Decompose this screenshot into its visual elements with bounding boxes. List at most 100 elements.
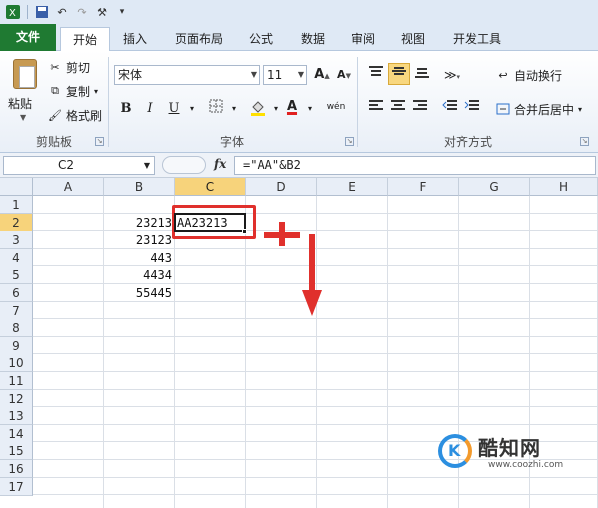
font-size-combo[interactable]: 11 ▼: [263, 65, 307, 85]
fill-color-button[interactable]: [248, 99, 268, 119]
row-header-14[interactable]: 14: [0, 424, 33, 443]
paste-label: 粘贴: [8, 97, 33, 111]
column-header-d[interactable]: D: [246, 178, 317, 196]
svg-text:X: X: [9, 8, 16, 19]
cell-b3[interactable]: 23123: [104, 231, 175, 249]
column-header-f[interactable]: F: [388, 178, 459, 196]
format-painter-icon[interactable]: ⚒: [93, 3, 111, 21]
align-left-icon: [369, 100, 383, 110]
scissors-icon: ✂: [50, 60, 60, 74]
italic-button[interactable]: I: [140, 99, 160, 119]
shrink-font-button[interactable]: A▼: [334, 65, 354, 85]
grow-font-button[interactable]: A▲: [312, 65, 332, 85]
alignment-group-label: 对齐方式: [443, 135, 492, 149]
save-icon[interactable]: [33, 3, 51, 21]
cell-b6[interactable]: 55445: [104, 284, 175, 302]
row-header-17[interactable]: 17: [0, 477, 33, 496]
font-name-combo[interactable]: 宋体 ▼: [114, 65, 260, 85]
row-header-15[interactable]: 15: [0, 442, 33, 461]
wrap-text-button[interactable]: ↩ 自动换行: [496, 65, 562, 85]
row-header-9[interactable]: 9: [0, 336, 33, 355]
phonetic-button[interactable]: wén: [322, 97, 350, 117]
column-header-a[interactable]: A: [33, 178, 104, 196]
row-header-6[interactable]: 6: [0, 284, 33, 302]
name-box-value: C2: [58, 158, 75, 172]
column-header-c[interactable]: C: [175, 178, 246, 196]
formula-bar-divider-handle[interactable]: [162, 156, 206, 174]
formula-input[interactable]: ="AA"&B2: [234, 156, 596, 175]
chevron-down-icon[interactable]: ▾: [224, 99, 244, 119]
tab-developer[interactable]: 开发工具: [444, 27, 510, 51]
name-box[interactable]: C2 ▼: [3, 156, 155, 175]
fill-handle[interactable]: [242, 229, 247, 234]
alignment-launcher-icon[interactable]: ↘: [580, 137, 589, 146]
tab-home[interactable]: 开始: [60, 27, 110, 52]
row-header-8[interactable]: 8: [0, 319, 33, 338]
align-middle-button[interactable]: [388, 63, 410, 85]
cell-b5[interactable]: 4434: [104, 266, 175, 284]
increase-indent-button[interactable]: [462, 99, 482, 119]
paste-button[interactable]: 粘贴 ▼: [6, 55, 44, 129]
column-header-e[interactable]: E: [317, 178, 388, 196]
tab-review[interactable]: 审阅: [342, 27, 384, 51]
column-header-b[interactable]: B: [104, 178, 175, 196]
row-header-2[interactable]: 2: [0, 213, 33, 232]
row-header-12[interactable]: 12: [0, 389, 33, 408]
font-launcher-icon[interactable]: ↘: [345, 137, 354, 146]
format-painter-button[interactable]: 🖌 格式刷: [48, 105, 102, 125]
row-header-10[interactable]: 10: [0, 354, 33, 373]
row-header-13[interactable]: 13: [0, 407, 33, 426]
excel-logo-icon[interactable]: X: [4, 3, 22, 21]
row-header-4[interactable]: 4: [0, 248, 33, 267]
row-header-16[interactable]: 16: [0, 460, 33, 478]
column-header-g[interactable]: G: [459, 178, 530, 196]
merge-center-label: 合并后居中: [514, 102, 575, 117]
tab-view[interactable]: 视图: [392, 27, 434, 51]
row-header-7[interactable]: 7: [0, 301, 33, 320]
decrease-indent-icon: [442, 100, 457, 110]
font-color-button[interactable]: A: [282, 97, 302, 117]
tab-formulas[interactable]: 公式: [240, 27, 282, 51]
column-header-h[interactable]: H: [530, 178, 598, 196]
cut-button[interactable]: ✂ 剪切: [48, 57, 90, 77]
clipboard-launcher-icon[interactable]: ↘: [95, 137, 104, 146]
down-arrow-head: [302, 290, 322, 316]
redo-icon[interactable]: ↷: [73, 3, 91, 21]
bold-button[interactable]: B: [116, 99, 136, 119]
cell-b4[interactable]: 443: [104, 249, 175, 267]
row-header-5[interactable]: 5: [0, 266, 33, 285]
chevron-down-icon[interactable]: ▾: [182, 99, 202, 119]
decrease-indent-button[interactable]: [440, 99, 460, 119]
gridline-vertical: [316, 196, 317, 508]
select-all-corner[interactable]: [0, 178, 33, 196]
merge-center-button[interactable]: 合并后居中 ▾: [496, 99, 582, 119]
underline-button[interactable]: U: [164, 99, 184, 119]
font-group-label: 字体: [219, 135, 244, 149]
tab-insert[interactable]: 插入: [114, 27, 156, 51]
align-center-button[interactable]: [388, 99, 408, 119]
gridline-vertical: [387, 196, 388, 508]
align-right-button[interactable]: [410, 99, 430, 119]
border-button[interactable]: [206, 99, 226, 119]
logo-letter: K: [448, 441, 461, 460]
ribbon-tabs: 文件 开始 插入 页面布局 公式 数据 审阅 视图 开发工具: [0, 24, 598, 52]
undo-icon[interactable]: ↶: [53, 3, 71, 21]
align-bottom-button[interactable]: [412, 65, 432, 85]
row-header-3[interactable]: 3: [0, 231, 33, 250]
align-top-button[interactable]: [366, 65, 386, 85]
insert-function-button[interactable]: fx: [214, 157, 226, 171]
row-header-11[interactable]: 11: [0, 372, 33, 390]
gridline-vertical: [245, 196, 246, 508]
tab-page-layout[interactable]: 页面布局: [168, 27, 230, 51]
cell-b2[interactable]: 23213: [104, 214, 175, 232]
align-left-button[interactable]: [366, 99, 386, 119]
gridline-horizontal: [33, 423, 598, 425]
chevron-down-icon[interactable]: ▾: [300, 99, 320, 119]
customize-icon[interactable]: ▾: [113, 3, 131, 21]
tab-file[interactable]: 文件: [0, 24, 56, 51]
wrap-text-icon: ↩: [498, 68, 508, 82]
row-header-1[interactable]: 1: [0, 196, 33, 214]
copy-button[interactable]: ⧉ 复制 ▾: [48, 81, 98, 101]
tab-data[interactable]: 数据: [292, 27, 334, 51]
orientation-button[interactable]: ≫▾: [442, 65, 462, 85]
